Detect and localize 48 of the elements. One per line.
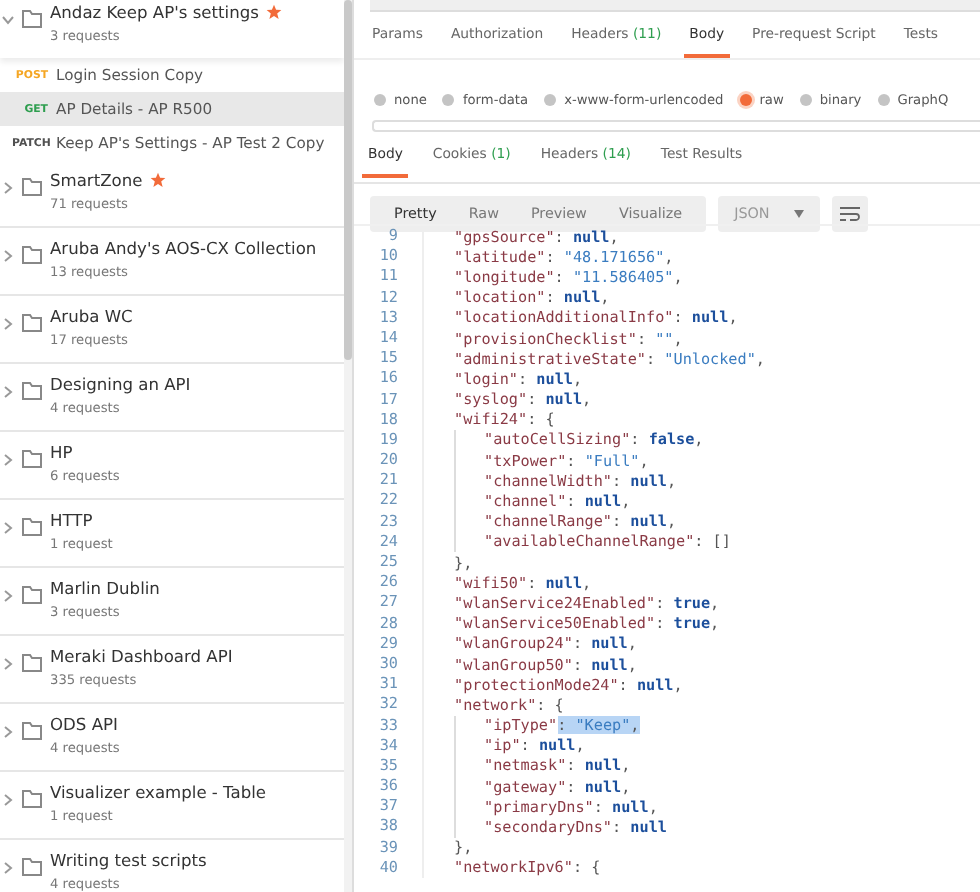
chevron-icon[interactable] xyxy=(2,522,14,534)
collection-name: Andaz Keep AP's settings xyxy=(50,2,259,22)
folder-icon xyxy=(22,10,42,28)
chevron-icon[interactable] xyxy=(2,658,14,670)
collection-name: SmartZone xyxy=(50,170,143,190)
scrollbar-thumb[interactable] xyxy=(344,0,352,360)
chevron-icon[interactable] xyxy=(2,14,14,26)
collection-name: Aruba WC xyxy=(50,306,133,326)
radio-button[interactable] xyxy=(374,94,386,106)
chevron-icon[interactable] xyxy=(2,386,14,398)
radio-button[interactable] xyxy=(739,94,752,106)
collection-name: Writing test scripts xyxy=(50,850,207,870)
chevron-icon[interactable] xyxy=(2,794,14,806)
folder-icon xyxy=(22,178,42,196)
folder-icon xyxy=(22,382,42,400)
radio-button[interactable] xyxy=(442,94,455,106)
caret-icon xyxy=(793,209,804,217)
chevron-icon[interactable] xyxy=(2,454,14,466)
collection-name: HP xyxy=(50,442,73,462)
star-icon[interactable] xyxy=(266,4,283,20)
folder-icon xyxy=(22,654,42,672)
chevron-icon[interactable] xyxy=(2,726,14,738)
folder-icon xyxy=(22,790,42,808)
folder-icon xyxy=(22,450,42,468)
folder-icon xyxy=(22,858,42,876)
wrap-button[interactable] xyxy=(831,195,868,231)
wrap-lines-icon xyxy=(839,205,860,221)
chevron-icon[interactable] xyxy=(2,182,14,194)
chevron-icon[interactable] xyxy=(2,862,14,874)
collection-name: Visualizer example - Table xyxy=(50,782,267,802)
collection-name: ODS API xyxy=(50,714,118,734)
folder-icon xyxy=(22,722,42,740)
folder-icon xyxy=(22,586,42,604)
folder-icon xyxy=(22,518,42,536)
chevron-icon[interactable] xyxy=(2,250,14,262)
collection-name: HTTP xyxy=(50,510,93,530)
radio-button[interactable] xyxy=(799,94,812,106)
folder-icon xyxy=(22,314,42,332)
folder-icon xyxy=(22,246,42,264)
chevron-icon[interactable] xyxy=(2,318,14,330)
chevron-icon[interactable] xyxy=(2,590,14,602)
star-icon[interactable] xyxy=(150,172,167,188)
collection-name: Marlin Dublin xyxy=(50,578,160,598)
collection-name: Meraki Dashboard API xyxy=(50,646,233,666)
radio-button[interactable] xyxy=(544,94,557,106)
radio-button[interactable] xyxy=(877,94,890,106)
collection-name: Designing an API xyxy=(50,374,191,394)
collection-name: Aruba Andy's AOS-CX Collection xyxy=(50,238,317,258)
